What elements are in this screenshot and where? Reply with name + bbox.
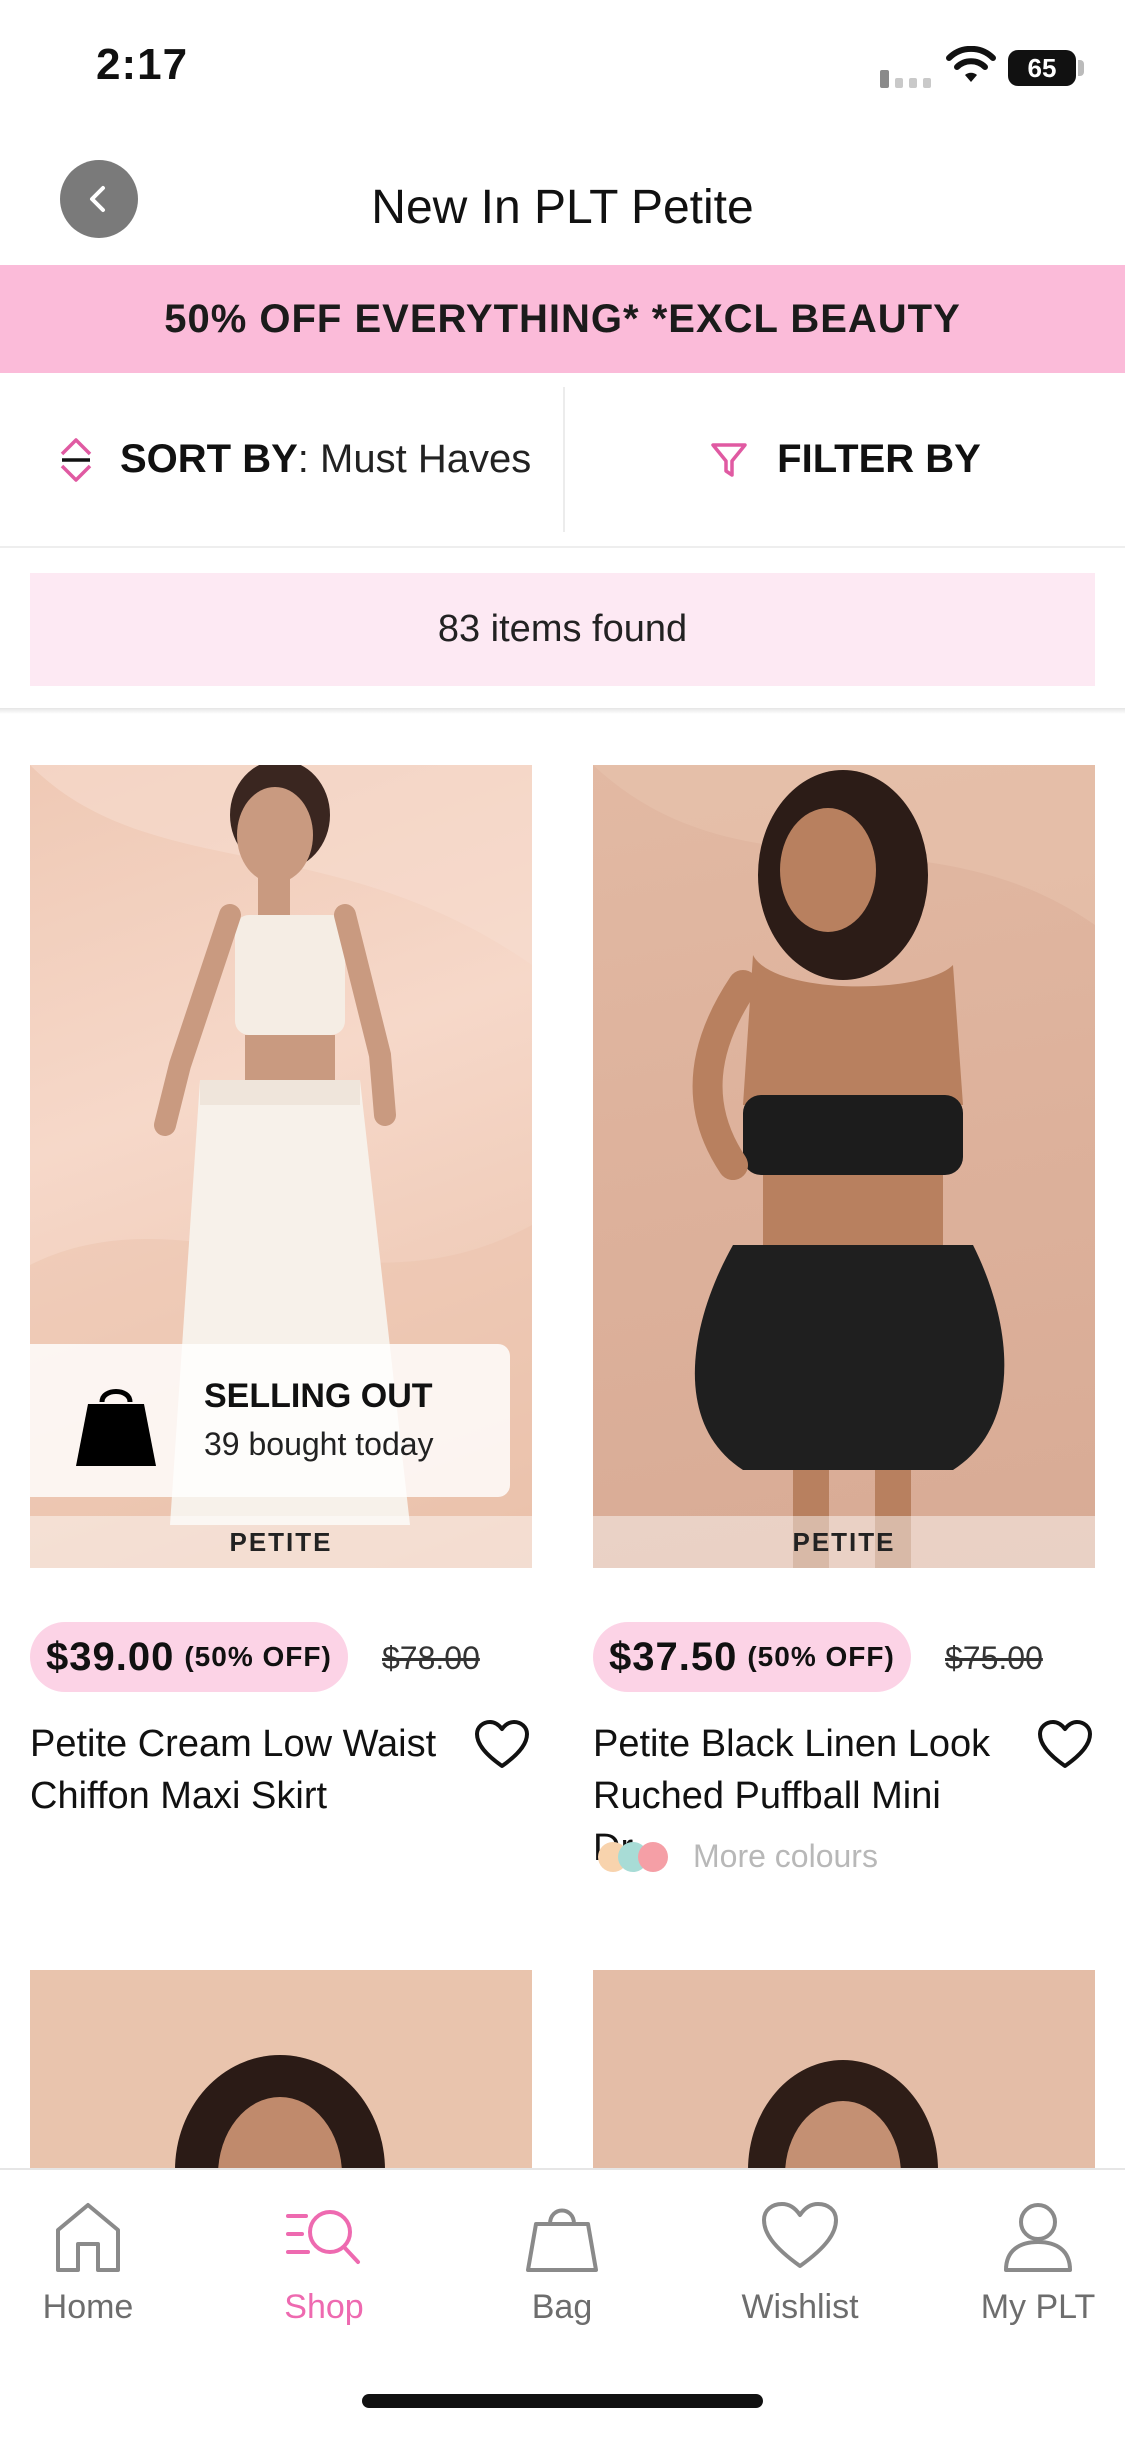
- filter-label: FILTER BY: [777, 437, 981, 481]
- product-name[interactable]: Petite Cream Low Waist Chiffon Maxi Skir…: [30, 1718, 450, 1822]
- shopping-bag-icon: [76, 1389, 156, 1466]
- cellular-signal-icon: [880, 70, 931, 88]
- nav-home[interactable]: Home: [0, 2200, 188, 2327]
- bought-today-text: 39 bought today: [204, 1426, 434, 1462]
- bag-icon: [526, 2208, 598, 2272]
- battery-cap: [1078, 60, 1084, 76]
- nav-label-home: Home: [42, 2288, 134, 2326]
- wishlist-heart-icon[interactable]: [1037, 1720, 1093, 1770]
- colour-swatches-icon: [598, 1841, 668, 1872]
- original-price: $75.00: [945, 1640, 1043, 1676]
- status-time: 2:17: [96, 40, 189, 89]
- more-colours-link[interactable]: More colours: [595, 1838, 878, 1875]
- home-indicator[interactable]: [362, 2394, 763, 2408]
- product-image[interactable]: [30, 1970, 532, 2180]
- sale-price: $37.50: [609, 1634, 738, 1679]
- nav-shop[interactable]: Shop: [224, 2200, 424, 2327]
- filter-button[interactable]: FILTER BY: [565, 373, 1125, 546]
- wishlist-heart-icon[interactable]: [474, 1720, 530, 1770]
- model-illustration: [175, 2055, 385, 2180]
- nav-label-bag: Bag: [531, 2288, 593, 2326]
- discount-label: (50% OFF): [184, 1641, 332, 1672]
- selling-out-title: SELLING OUT: [204, 1377, 433, 1415]
- nav-label-my-plt: My PLT: [980, 2288, 1096, 2326]
- product-image[interactable]: PETITE: [593, 765, 1095, 1568]
- model-illustration: [748, 2060, 938, 2180]
- model-illustration: [593, 765, 1095, 1568]
- product-name-line1: Petite Cream Low Waist: [30, 1723, 437, 1765]
- product-image[interactable]: [593, 1970, 1095, 2180]
- selling-out-badge: SELLING OUT 39 bought today: [30, 1344, 510, 1497]
- nav-label-shop: Shop: [284, 2288, 364, 2326]
- sort-value: : Must Haves: [297, 437, 532, 481]
- filter-icon: [711, 442, 747, 477]
- results-count-text: 83 items found: [437, 608, 688, 650]
- discount-label: (50% OFF): [747, 1641, 895, 1672]
- promo-text: 50% OFF EVERYTHING* *EXCL BEAUTY: [164, 296, 961, 341]
- home-icon: [56, 2203, 120, 2272]
- page-title: New In PLT Petite: [371, 181, 754, 234]
- more-colours-text: More colours: [693, 1838, 878, 1874]
- sort-label: SORT BY: [120, 437, 298, 481]
- header-shadow: [0, 708, 1125, 714]
- petite-tag: PETITE: [593, 1516, 1095, 1568]
- product-name-line2: Chiffon Maxi Skirt: [30, 1775, 328, 1817]
- sort-filter-bar: SORT BY : Must Haves FILTER BY: [0, 373, 1125, 548]
- sort-button[interactable]: SORT BY : Must Haves: [0, 373, 563, 546]
- battery-level: 65: [1027, 52, 1057, 83]
- shop-search-icon: [286, 2210, 360, 2264]
- nav-wishlist[interactable]: Wishlist: [700, 2200, 900, 2327]
- original-price: $78.00: [382, 1640, 480, 1676]
- wifi-icon: [946, 46, 996, 82]
- sale-price: $39.00: [46, 1634, 175, 1679]
- user-icon: [1004, 2203, 1072, 2272]
- nav-my-plt[interactable]: My PLT: [938, 2200, 1125, 2327]
- promo-banner[interactable]: 50% OFF EVERYTHING* *EXCL BEAUTY: [0, 265, 1125, 373]
- price-pill: $37.50 (50% OFF): [593, 1622, 911, 1692]
- price-pill: $39.00 (50% OFF): [30, 1622, 348, 1692]
- product-name-line1: Petite Black Linen Look: [593, 1723, 991, 1765]
- petite-tag: PETITE: [30, 1516, 532, 1568]
- results-count: 83 items found: [30, 573, 1095, 686]
- battery-indicator: 65: [1008, 50, 1076, 86]
- nav-label-wishlist: Wishlist: [741, 2288, 859, 2326]
- nav-bag[interactable]: Bag: [462, 2200, 662, 2327]
- sort-icon: [60, 437, 92, 482]
- heart-icon: [762, 2202, 838, 2268]
